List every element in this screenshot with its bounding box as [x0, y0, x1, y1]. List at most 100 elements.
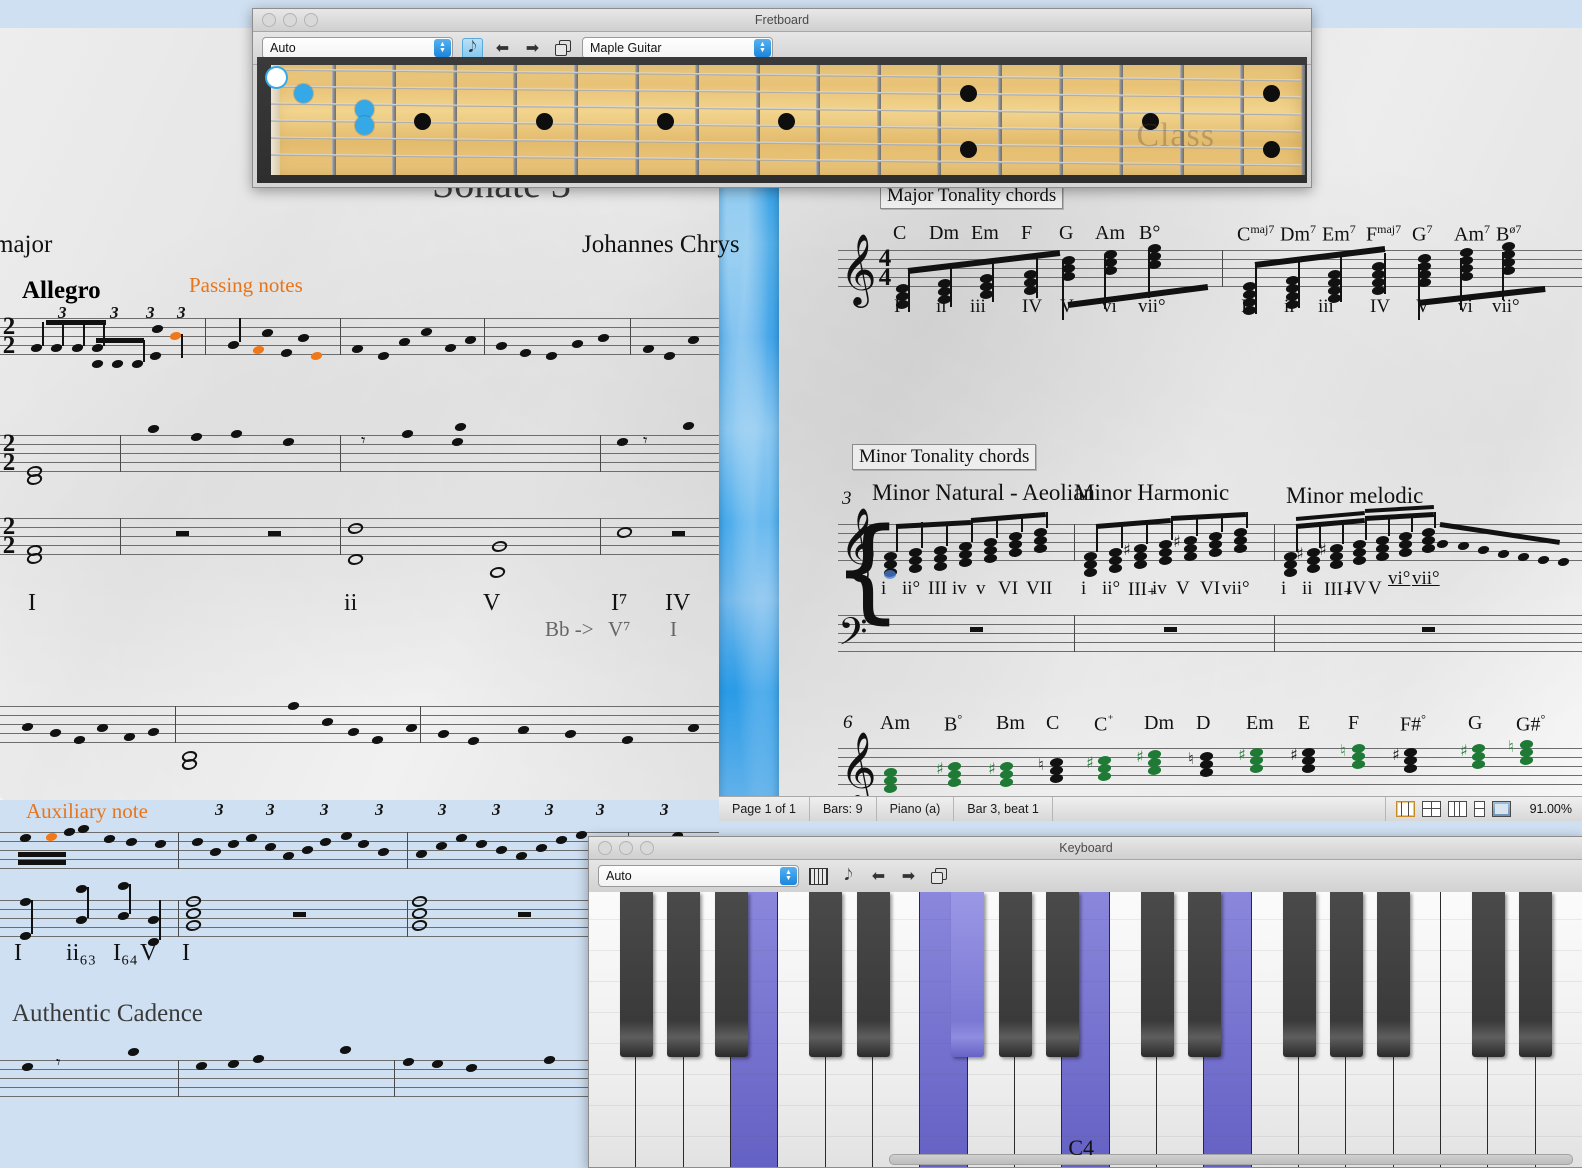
note-tool-icon[interactable]: 𝅘𝅥𝅮: [462, 37, 483, 59]
page-view-icon[interactable]: [1396, 801, 1415, 817]
inlay-dot-fret-7: [656, 113, 674, 130]
tempo-marking: Allegro: [22, 277, 101, 304]
inlay-dot-fret-5: [535, 113, 553, 130]
inlay-dot-fret-17-2: [1262, 141, 1280, 158]
black-key-1[interactable]: [667, 892, 701, 1057]
barline: [340, 435, 341, 472]
black-key-5[interactable]: [951, 892, 985, 1057]
fret-17: [1301, 65, 1305, 175]
accidental-icon: ♮: [1508, 737, 1514, 756]
chord-name-Fmaj7: Fmaj7: [1366, 222, 1402, 246]
zoom-button[interactable]: [304, 13, 318, 27]
chevron-updown-icon[interactable]: ▲ ▼: [780, 867, 797, 885]
fret-marker-s4-f2[interactable]: [354, 116, 374, 135]
inlay-dot-fret-12-2: [959, 141, 977, 158]
duplicate-icon[interactable]: [928, 866, 949, 887]
notehead: [208, 848, 223, 856]
keyboard-voice-select[interactable]: Auto ▲ ▼: [598, 865, 799, 887]
black-key-9[interactable]: [1187, 892, 1221, 1057]
beam: [18, 852, 66, 857]
fretboard-titlebar[interactable]: Fretboard: [253, 9, 1311, 32]
panorama-view-icon[interactable]: [1492, 801, 1511, 817]
continuous-view-icon[interactable]: [1448, 801, 1467, 817]
chord-name-C: C: [893, 222, 907, 244]
notehead: [126, 1048, 141, 1056]
keyboard-grid-icon[interactable]: [808, 866, 829, 887]
duplicate-icon[interactable]: [552, 38, 573, 59]
stem: [143, 340, 145, 362]
minor-section-title: Minor Natural - Aeolian: [872, 480, 1095, 505]
two-page-view-icon[interactable]: [1422, 801, 1441, 817]
notehead-whole: [410, 920, 429, 931]
accidental-icon: ♯: [1136, 747, 1144, 766]
black-key-7[interactable]: [1045, 892, 1079, 1057]
black-key-10[interactable]: [1282, 892, 1316, 1057]
notehead: [434, 842, 449, 850]
voice-select[interactable]: Auto ▲ ▼: [262, 37, 453, 59]
black-key-12[interactable]: [1377, 892, 1411, 1057]
stem: [971, 520, 973, 542]
arrow-right-icon[interactable]: ➡: [898, 866, 919, 887]
chevron-updown-icon[interactable]: ▲ ▼: [434, 39, 451, 57]
fretboard-display[interactable]: Class: [257, 57, 1307, 183]
fret-marker-s1-f0[interactable]: [267, 68, 286, 87]
stem: [1365, 518, 1367, 540]
whole-rest: [672, 531, 685, 536]
black-key-14[interactable]: [1519, 892, 1553, 1057]
instrument-select[interactable]: Maple Guitar ▲ ▼: [582, 37, 773, 59]
barline: [600, 518, 601, 555]
barline: [175, 706, 176, 743]
arrow-right-icon[interactable]: ➡: [522, 38, 543, 59]
fret-marker-s2-f1[interactable]: [294, 84, 314, 103]
minimize-button[interactable]: [619, 841, 633, 855]
status-instrument[interactable]: Piano (a): [877, 797, 955, 821]
minor-numeral-V: V: [1176, 578, 1190, 599]
zoom-level-label[interactable]: 91.00%: [1518, 802, 1572, 816]
fretboard-window[interactable]: Fretboard Auto ▲ ▼ 𝅘𝅥𝅮 ⬅ ➡ Maple Guitar ▲ ▼ …: [252, 8, 1312, 188]
black-key-11[interactable]: [1329, 892, 1363, 1057]
keyboard-scrollbar[interactable]: [889, 1154, 1573, 1165]
keyboard-window-title: Keyboard: [1059, 841, 1113, 855]
passing-notes-annotation: Passing notes: [189, 273, 303, 297]
fretboard-surface[interactable]: Class: [267, 65, 1305, 175]
chord-name-E: E: [1298, 712, 1311, 734]
black-key-2[interactable]: [714, 892, 748, 1057]
close-button[interactable]: [598, 841, 612, 855]
numeral-ii: ii: [1284, 296, 1295, 317]
black-key-8[interactable]: [1140, 892, 1174, 1057]
chord-name-Cmaj7: Cmaj7: [1237, 222, 1275, 246]
arrow-left-icon[interactable]: ⬅: [492, 38, 513, 59]
piano-keybed[interactable]: C4: [589, 892, 1582, 1167]
window-traffic-lights[interactable]: [589, 841, 654, 855]
close-button[interactable]: [262, 13, 276, 27]
zoom-button[interactable]: [640, 841, 654, 855]
chord-name-G7: G7: [1412, 222, 1433, 246]
arrow-left-icon[interactable]: ⬅: [868, 866, 889, 887]
minor-numeral-ii°: ii°: [902, 578, 921, 599]
chevron-updown-icon[interactable]: ▲ ▼: [754, 39, 771, 57]
minimize-button[interactable]: [283, 13, 297, 27]
time-signature-3: 22: [2, 513, 16, 559]
keyboard-window[interactable]: Keyboard Auto ▲ ▼ 𝅘𝅥𝅮 ⬅ ➡ C4: [588, 836, 1582, 1168]
notehead: [251, 1055, 266, 1063]
chord-name-Dm: Dm: [1144, 712, 1174, 734]
stem: [992, 260, 994, 302]
stem: [1255, 262, 1257, 314]
window-traffic-lights[interactable]: [253, 13, 318, 27]
keyboard-titlebar[interactable]: Keyboard: [589, 837, 1582, 860]
minor-numeral-VI: VI: [1200, 578, 1221, 599]
black-key-13[interactable]: [1471, 892, 1505, 1057]
notehead: [190, 838, 205, 846]
whole-rest: [293, 912, 306, 917]
black-key-0[interactable]: [619, 892, 653, 1057]
stem: [1340, 256, 1342, 302]
analysis-modulation-numeral: I: [670, 617, 677, 641]
notehead: [338, 1046, 353, 1054]
black-key-4[interactable]: [856, 892, 890, 1057]
barline: [407, 900, 408, 937]
black-key-6[interactable]: [998, 892, 1032, 1057]
note-tool-icon[interactable]: 𝅘𝅥𝅮: [838, 866, 859, 887]
notehead: [430, 1060, 445, 1068]
single-column-view-icon[interactable]: [1474, 801, 1485, 817]
black-key-3[interactable]: [809, 892, 843, 1057]
